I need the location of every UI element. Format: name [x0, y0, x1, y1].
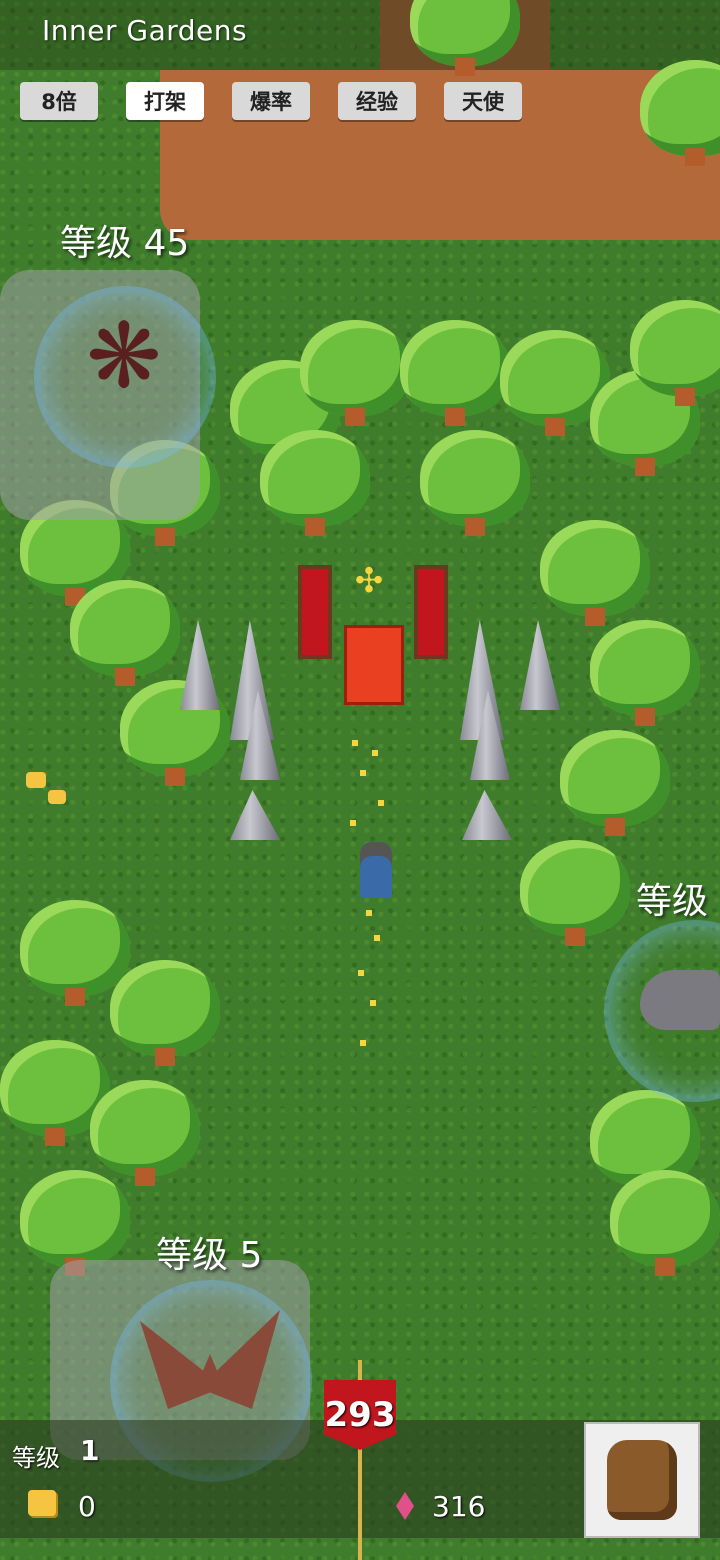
gold-coins-icon[interactable]	[48, 790, 66, 804]
tree	[590, 620, 700, 730]
tree	[520, 840, 630, 950]
tree	[420, 430, 530, 540]
tab-fight[interactable]: 打架	[126, 82, 204, 120]
tree	[410, 0, 520, 80]
gold-sparkle	[352, 740, 358, 746]
gold-sparkle	[360, 770, 366, 776]
backpack-icon	[607, 1440, 677, 1520]
area-title: Inner Gardens	[42, 14, 248, 47]
rat-enemy[interactable]	[640, 970, 720, 1030]
shrine-banner-right	[414, 565, 448, 659]
gold-sparkle	[370, 1000, 376, 1006]
rock-spire	[180, 620, 220, 710]
gold-sparkle	[358, 970, 364, 976]
mode-tabs: 8倍 打架 爆率 经验 天使	[20, 82, 522, 120]
tree	[70, 580, 180, 690]
tab-drop-rate[interactable]: 爆率	[232, 82, 310, 120]
tree	[300, 320, 410, 430]
enemy-level-label: 等级	[636, 881, 709, 922]
backpack-button[interactable]	[584, 1422, 700, 1538]
enemy-level-label: 等级 45	[60, 223, 190, 264]
rock	[462, 790, 512, 840]
shrine-book[interactable]	[344, 625, 404, 705]
gold-sparkle	[360, 1040, 366, 1046]
shrine-banner-left	[298, 565, 332, 659]
game-world[interactable]: Inner Gardens 8倍 打架 爆率 经验 天使 ✣ ❋ 等级 45 等…	[0, 0, 720, 1560]
tab-8x[interactable]: 8倍	[20, 82, 98, 120]
tree	[400, 320, 510, 430]
gold-value: 0	[78, 1490, 96, 1523]
rock-spire	[520, 620, 560, 710]
gold-sparkle	[374, 935, 380, 941]
tab-angel[interactable]: 天使	[444, 82, 522, 120]
gold-sparkle	[350, 820, 356, 826]
tree	[110, 960, 220, 1070]
tree	[260, 430, 370, 540]
shrine-sign-icon: ✣	[354, 561, 384, 601]
gold-sparkle	[372, 750, 378, 756]
player-level-label: 等级	[12, 1444, 60, 1472]
tree	[610, 1170, 720, 1280]
tree	[630, 300, 720, 410]
fly-swarm-enemy[interactable]: ❋	[64, 286, 184, 426]
gold-sparkle	[378, 800, 384, 806]
gold-sparkle	[366, 910, 372, 916]
enemy-level-label: 等级 5	[156, 1235, 263, 1276]
rock	[230, 790, 280, 840]
tab-experience[interactable]: 经验	[338, 82, 416, 120]
tree	[560, 730, 670, 840]
gold-coins-icon	[28, 1490, 56, 1516]
pink-gem-icon	[396, 1492, 414, 1520]
gold-coins-icon[interactable]	[26, 772, 46, 788]
player-character[interactable]	[360, 842, 392, 898]
tree	[640, 60, 720, 170]
gem-value: 316	[432, 1490, 486, 1523]
tree	[540, 520, 650, 630]
player-level-value: 1	[80, 1434, 100, 1467]
